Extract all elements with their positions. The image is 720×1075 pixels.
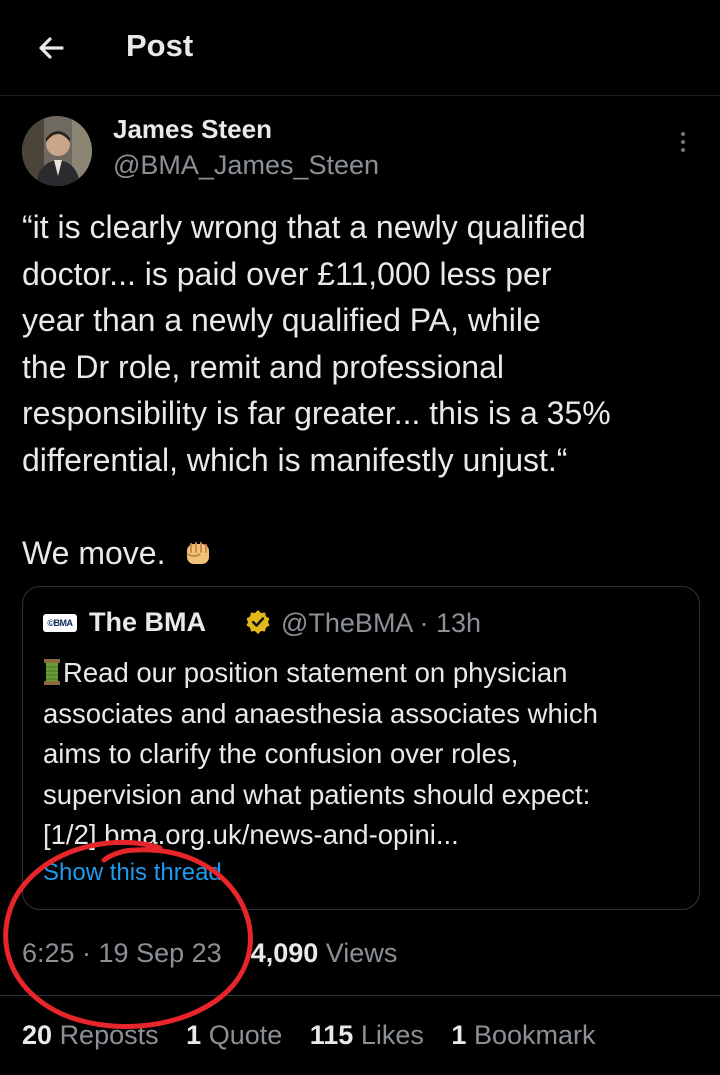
likes-stat[interactable]: 115 Likes bbox=[310, 1020, 424, 1050]
verified-gold-badge-icon bbox=[246, 610, 270, 634]
engagement-stats: 20 Reposts 1 Quote 115 Likes 1 Bookmark bbox=[22, 1020, 615, 1051]
post-timestamp[interactable]: 6:25 · 19 Sep 23 bbox=[22, 938, 222, 968]
quoted-author-name: The BMA bbox=[89, 607, 206, 637]
quoted-handle-time: @TheBMA · 13h bbox=[281, 608, 481, 638]
post-line: doctor... is paid over £11,000 less per bbox=[22, 255, 552, 292]
reposts-stat[interactable]: 20 Reposts bbox=[22, 1020, 159, 1050]
post-move-text: We move. bbox=[22, 535, 166, 571]
post-line: responsibility is far greater... this is… bbox=[22, 395, 611, 431]
quoted-line: [1/2] bma.org.uk/news-and-opini... bbox=[43, 819, 459, 850]
bookmarks-stat[interactable]: 1 Bookmark bbox=[451, 1020, 595, 1050]
page-title: Post bbox=[126, 28, 194, 63]
thread-spool-icon bbox=[44, 659, 60, 685]
quoted-post-card[interactable]: ©BMA The BMA @TheBMA · 13h Read our posi… bbox=[22, 586, 700, 910]
quoted-line: supervision and what patients should exp… bbox=[43, 778, 591, 810]
post-line: “it is clearly wrong that a newly qualif… bbox=[22, 209, 586, 245]
quoted-post-text: Read our position statement on physician… bbox=[43, 653, 683, 856]
post-line: the Dr role, remit and professional bbox=[22, 348, 504, 385]
quoted-line: aims to clarify the confusion over roles… bbox=[43, 738, 519, 769]
quoted-line: associates and anaesthesia associates wh… bbox=[43, 697, 598, 729]
arrow-left-icon[interactable] bbox=[32, 28, 72, 68]
post-meta: 6:25 · 19 Sep 23 4,090 Views bbox=[22, 938, 397, 969]
post-closing-line: We move. bbox=[22, 530, 214, 576]
avatar[interactable] bbox=[22, 116, 92, 186]
post-text: “it is clearly wrong that a newly qualif… bbox=[22, 204, 702, 483]
post-line: differential, which is manifestly unjust… bbox=[22, 441, 568, 478]
quoted-line: Read our position statement on physician bbox=[43, 653, 683, 694]
raised-fist-icon bbox=[186, 542, 210, 564]
show-thread-link[interactable]: Show this thread bbox=[43, 859, 222, 887]
bma-logo: ©BMA bbox=[43, 614, 77, 632]
divider bbox=[0, 995, 720, 996]
author-handle[interactable]: @BMA_James_Steen bbox=[113, 150, 379, 181]
post-header: Post bbox=[0, 0, 720, 96]
quotes-stat[interactable]: 1 Quote bbox=[186, 1020, 282, 1050]
views-count: 4,090 bbox=[250, 938, 319, 968]
more-options-icon[interactable] bbox=[676, 132, 690, 158]
author-name[interactable]: James Steen bbox=[113, 114, 272, 145]
post-line: year than a newly qualified PA, while bbox=[22, 302, 541, 338]
views-label: Views bbox=[325, 938, 398, 968]
